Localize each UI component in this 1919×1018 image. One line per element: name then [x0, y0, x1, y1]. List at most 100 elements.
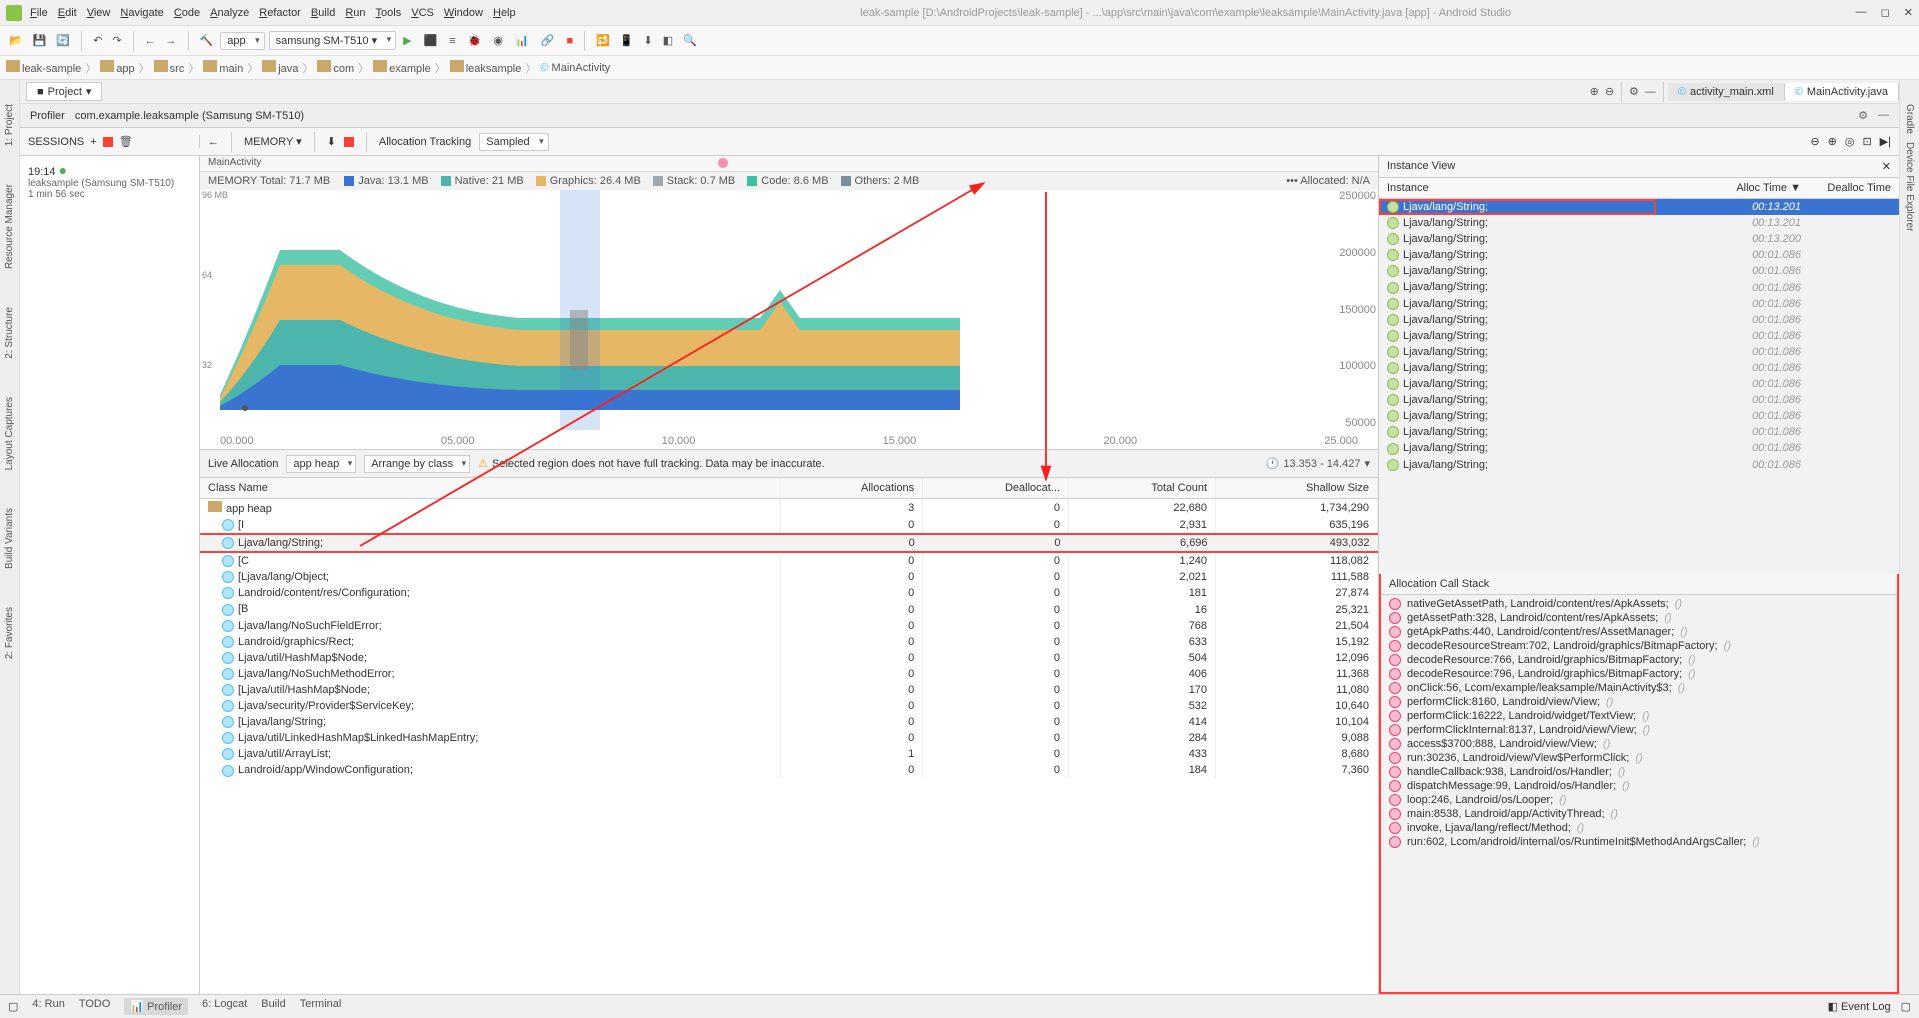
- left-tab[interactable]: Build Variants: [2, 504, 17, 573]
- back-icon[interactable]: ←: [208, 136, 219, 148]
- instance-row[interactable]: Ljava/lang/String;00:01.086: [1379, 344, 1899, 360]
- table-row[interactable]: Ljava/lang/NoSuchFieldError;0076821,504: [200, 618, 1378, 634]
- callstack-row[interactable]: performClick:8160, Landroid/view/View; (…: [1381, 695, 1897, 709]
- event-log-button[interactable]: ◧ Event Log: [1828, 1000, 1891, 1013]
- instance-row[interactable]: Ljava/lang/String;00:01.086: [1379, 440, 1899, 456]
- instance-row[interactable]: Ljava/lang/String;00:01.086: [1379, 263, 1899, 279]
- avd-icon[interactable]: 📱: [617, 32, 637, 49]
- zoom-in-icon[interactable]: ⊕: [1828, 135, 1837, 148]
- hide-icon[interactable]: —: [1642, 84, 1659, 100]
- apply-code-icon[interactable]: ≡: [446, 33, 458, 49]
- zoom-out-icon[interactable]: ⊖: [1810, 135, 1819, 148]
- stop-icon[interactable]: ■: [563, 33, 576, 49]
- instance-row[interactable]: Ljava/lang/String;00:01.086: [1379, 296, 1899, 312]
- table-row[interactable]: Ljava/util/ArrayList;104338,680: [200, 746, 1378, 762]
- layout-icon[interactable]: ◧: [660, 32, 676, 49]
- sdk-icon[interactable]: ⬇: [641, 32, 656, 49]
- gear-icon[interactable]: ⚙: [1626, 83, 1642, 100]
- breadcrumb-item[interactable]: app: [100, 60, 134, 75]
- forward-icon[interactable]: →: [163, 33, 180, 49]
- collapse-icon[interactable]: ⊕: [1587, 83, 1602, 100]
- menu-analyze[interactable]: Analyze: [210, 7, 249, 19]
- left-tab[interactable]: Resource Manager: [2, 180, 17, 273]
- messages-icon[interactable]: ▢: [8, 1000, 18, 1013]
- breadcrumb-item[interactable]: leak-sample: [6, 60, 81, 75]
- table-row[interactable]: [Ljava/util/HashMap$Node;0017011,080: [200, 682, 1378, 698]
- bottom-tab[interactable]: Terminal: [300, 998, 342, 1015]
- add-session-icon[interactable]: +: [90, 136, 96, 148]
- breadcrumb-item[interactable]: com: [317, 60, 354, 75]
- breadcrumb-item[interactable]: example: [373, 60, 431, 75]
- callstack-row[interactable]: getApkPaths:440, Landroid/content/res/As…: [1381, 625, 1897, 639]
- instance-row[interactable]: Ljava/lang/String;00:01.086: [1379, 408, 1899, 424]
- callstack-row[interactable]: loop:246, Landroid/os/Looper; (): [1381, 793, 1897, 807]
- callstack-row[interactable]: decodeResource:766, Landroid/graphics/Bi…: [1381, 653, 1897, 667]
- table-row[interactable]: [B001625,321: [200, 601, 1378, 617]
- maximize-icon[interactable]: ◻: [1881, 6, 1890, 19]
- coverage-icon[interactable]: ◉: [490, 32, 506, 49]
- minimize-panel-icon[interactable]: —: [1878, 109, 1889, 122]
- close-icon[interactable]: ✕: [1904, 6, 1913, 19]
- callstack-row[interactable]: performClickInternal:8137, Landroid/view…: [1381, 723, 1897, 737]
- device-select[interactable]: samsung SM-T510 ▾: [269, 31, 397, 50]
- menu-build[interactable]: Build: [311, 7, 335, 19]
- table-row[interactable]: Ljava/lang/String;006,696493,032: [200, 534, 1378, 552]
- callstack-row[interactable]: invoke, Ljava/lang/reflect/Method; (): [1381, 821, 1897, 835]
- menu-file[interactable]: File: [30, 7, 48, 19]
- instance-row[interactable]: Ljava/lang/String;00:01.086: [1379, 328, 1899, 344]
- callstack-row[interactable]: main:8538, Landroid/app/ActivityThread; …: [1381, 807, 1897, 821]
- menu-edit[interactable]: Edit: [58, 7, 77, 19]
- project-dropdown[interactable]: ■ Project ▾: [26, 82, 102, 101]
- debug-icon[interactable]: 🐞: [465, 32, 485, 49]
- breadcrumb-item[interactable]: main: [203, 60, 243, 75]
- menu-code[interactable]: Code: [174, 7, 200, 19]
- callstack-row[interactable]: run:30236, Landroid/view/View$PerformCli…: [1381, 751, 1897, 765]
- instance-row[interactable]: Ljava/lang/String;00:01.086: [1379, 376, 1899, 392]
- back-icon[interactable]: ←: [142, 33, 159, 49]
- table-row[interactable]: Landroid/content/res/Configuration;00181…: [200, 585, 1378, 601]
- profile-icon[interactable]: 📊: [512, 32, 532, 49]
- left-tab[interactable]: 2: Favorites: [2, 603, 17, 663]
- callstack-row[interactable]: decodeResourceStream:702, Landroid/graph…: [1381, 639, 1897, 653]
- dump-heap-icon[interactable]: ⬇: [327, 135, 336, 148]
- table-row[interactable]: Ljava/util/LinkedHashMap$LinkedHashMapEn…: [200, 730, 1378, 746]
- memory-scope-select[interactable]: MEMORY ▾: [244, 135, 302, 148]
- callstack-row[interactable]: dispatchMessage:99, Landroid/os/Handler;…: [1381, 779, 1897, 793]
- editor-tab[interactable]: © MainActivity.java: [1785, 83, 1899, 101]
- close-panel-icon[interactable]: ✕: [1882, 160, 1891, 173]
- go-live-icon[interactable]: ▶|: [1880, 135, 1891, 148]
- bottom-tab[interactable]: Build: [261, 998, 285, 1015]
- apply-changes-icon[interactable]: ⬛: [421, 32, 441, 49]
- instance-row[interactable]: Ljava/lang/String;00:01.086: [1379, 424, 1899, 440]
- callstack-row[interactable]: access$3700:888, Landroid/view/View; (): [1381, 737, 1897, 751]
- bottom-tab[interactable]: 6: Logcat: [202, 998, 247, 1015]
- heap-select[interactable]: app heap: [286, 455, 356, 473]
- instance-row[interactable]: Ljava/lang/String;00:13.200: [1379, 231, 1899, 247]
- attach-icon[interactable]: 🔗: [538, 32, 558, 49]
- gear-icon[interactable]: ⚙: [1858, 109, 1868, 122]
- breadcrumb-item[interactable]: src: [154, 60, 185, 75]
- menu-navigate[interactable]: Navigate: [120, 7, 163, 19]
- instance-row[interactable]: Ljava/lang/String;00:01.086: [1379, 247, 1899, 263]
- right-tab[interactable]: Gradle: [1902, 100, 1917, 138]
- arrange-select[interactable]: Arrange by class: [364, 455, 470, 473]
- sync-gradle-icon[interactable]: 🔁: [593, 32, 613, 49]
- delete-session-icon[interactable]: 🗑: [119, 135, 133, 148]
- run-config-select[interactable]: app: [220, 32, 264, 50]
- callstack-row[interactable]: decodeResource:796, Landroid/graphics/Bi…: [1381, 667, 1897, 681]
- session-item[interactable]: 19:14 ● leaksample (Samsung SM-T510) 1 m…: [28, 162, 191, 200]
- instance-row[interactable]: Ljava/lang/String;00:01.086: [1379, 360, 1899, 376]
- table-row[interactable]: app heap3022,6801,734,290: [200, 499, 1378, 518]
- left-tab[interactable]: Layout Captures: [2, 393, 17, 474]
- instance-row[interactable]: Ljava/lang/String;00:13.201: [1379, 199, 1899, 215]
- left-tab[interactable]: 2: Structure: [2, 303, 17, 363]
- zoom-selection-icon[interactable]: ⊡: [1862, 135, 1871, 148]
- table-row[interactable]: [I002,931635,196: [200, 517, 1378, 534]
- bottom-tab[interactable]: TODO: [79, 998, 111, 1015]
- class-table[interactable]: Class Name Allocations Deallocat... Tota…: [200, 478, 1378, 994]
- menu-window[interactable]: Window: [444, 7, 483, 19]
- undo-icon[interactable]: ↶: [90, 32, 105, 49]
- breadcrumb-item[interactable]: © MainActivity: [540, 62, 610, 74]
- callstack-row[interactable]: performClick:16222, Landroid/widget/Text…: [1381, 709, 1897, 723]
- table-row[interactable]: Ljava/util/HashMap$Node;0050412,096: [200, 650, 1378, 666]
